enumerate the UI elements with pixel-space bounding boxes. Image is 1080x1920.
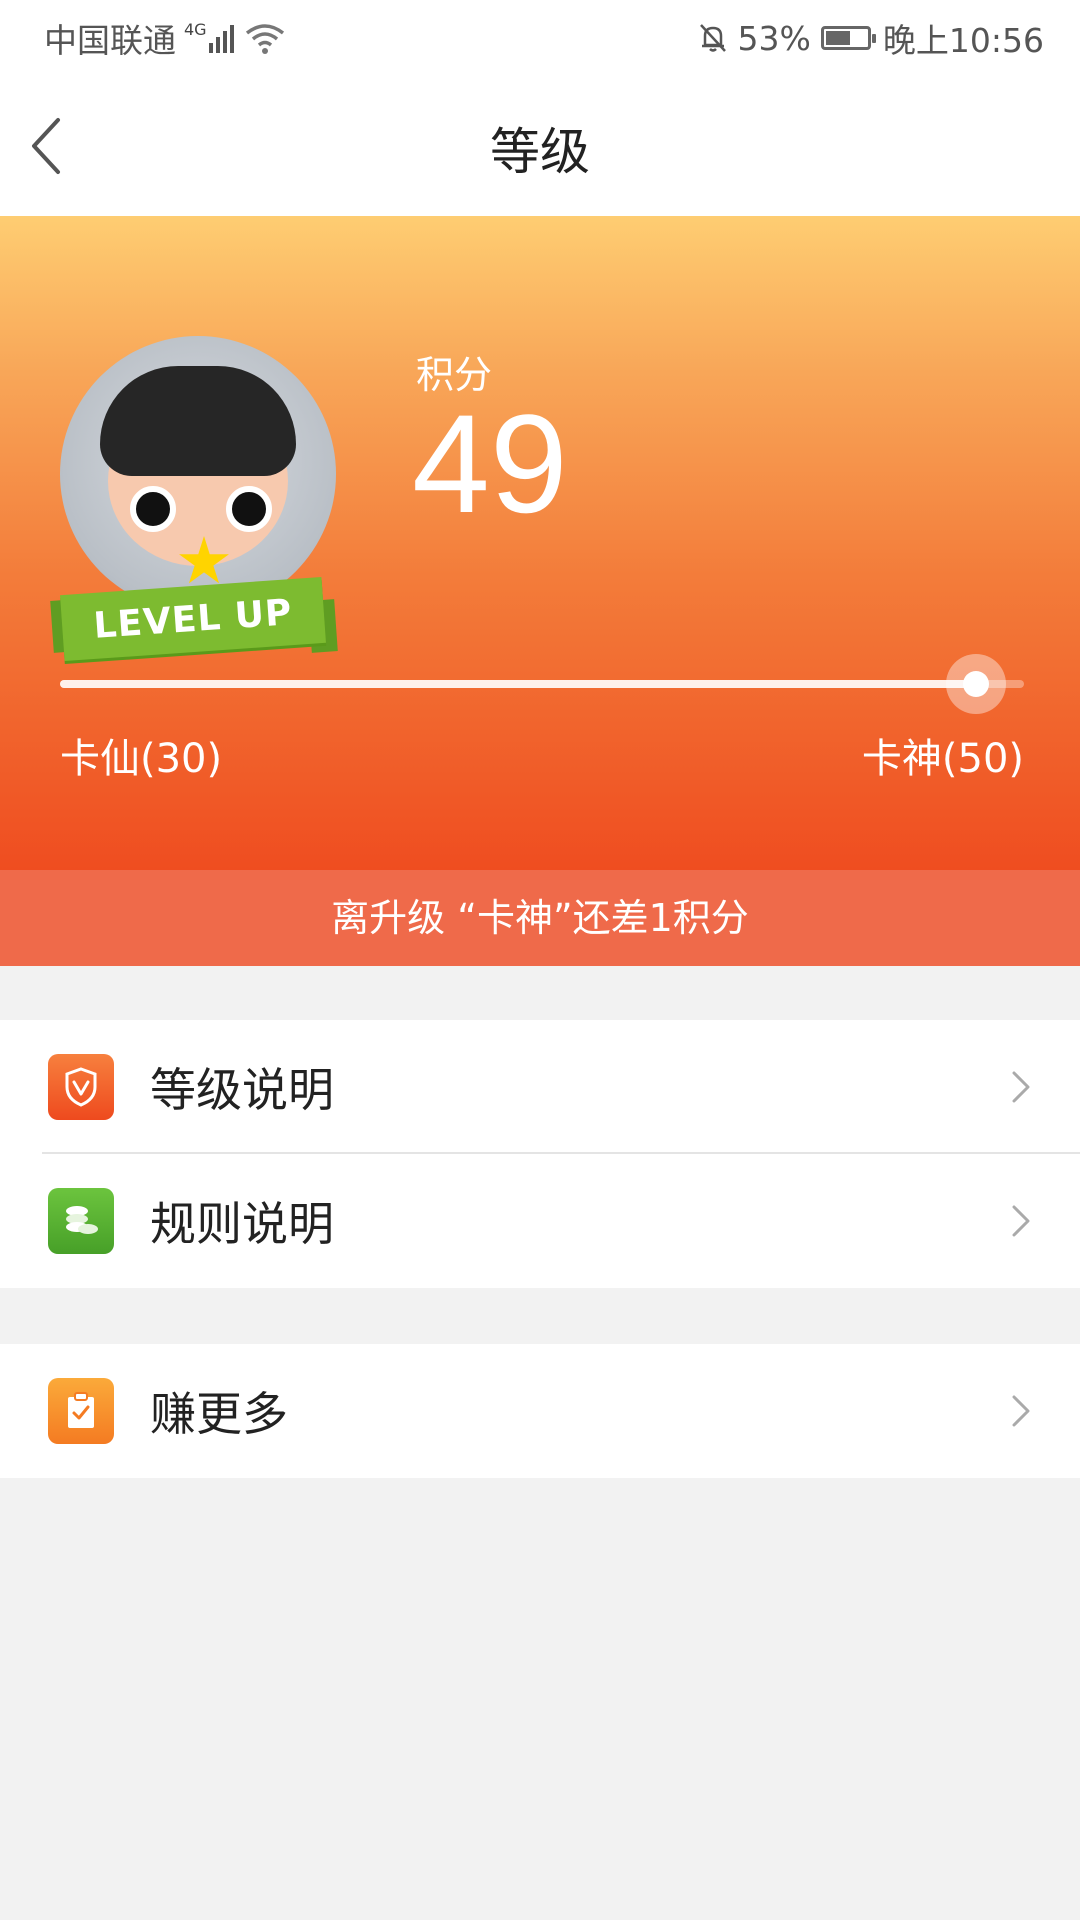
earn-menu-group: 赚更多	[0, 1344, 1080, 1478]
mute-icon	[696, 21, 730, 55]
next-level-label: 卡神(50)	[861, 736, 1024, 782]
level-progress-bar	[60, 654, 1024, 714]
menu-item-rules[interactable]: 规则说明	[0, 1154, 1080, 1288]
menu-item-earn-more[interactable]: 赚更多	[0, 1344, 1080, 1478]
menu-label-earn-more: 赚更多	[150, 1387, 288, 1441]
chevron-right-icon	[1012, 1205, 1030, 1237]
info-menu-group: 等级说明 规则说明	[0, 1020, 1080, 1288]
level-up-banner: LEVEL UP	[60, 576, 326, 662]
network-type: 4G	[184, 20, 207, 39]
clipboard-icon	[48, 1378, 114, 1444]
current-level-label: 卡仙(30)	[60, 736, 223, 782]
status-bar: 中国联通 4G 53% 晚上10:56	[0, 0, 1080, 76]
signal-icon: 4G	[184, 20, 234, 53]
level-progress-knob	[945, 654, 1006, 714]
wifi-icon	[244, 21, 286, 55]
menu-label-level-info: 等级说明	[150, 1063, 334, 1117]
level-hero: LEVEL UP 积分 49 卡仙(30) 卡神(50)	[0, 216, 1080, 870]
status-right: 53% 晚上10:56	[696, 14, 1044, 62]
chevron-right-icon	[1012, 1071, 1030, 1103]
coins-icon	[48, 1188, 114, 1254]
page-title: 等级	[490, 123, 590, 181]
avatar	[60, 336, 336, 612]
clock: 晚上10:56	[882, 21, 1044, 60]
battery-icon	[820, 26, 876, 50]
shield-icon	[48, 1054, 114, 1120]
menu-label-rules: 规则说明	[150, 1197, 334, 1251]
nav-header: 等级	[0, 76, 1080, 216]
status-left: 中国联通 4G	[44, 14, 286, 62]
menu-item-level-info[interactable]: 等级说明	[0, 1020, 1080, 1154]
level-progress-fill	[60, 680, 976, 688]
battery-percent: 53%	[737, 18, 811, 58]
chevron-right-icon	[1012, 1395, 1030, 1427]
points-value: 49	[412, 385, 568, 542]
carrier-name: 中国联通	[44, 21, 176, 60]
upgrade-notice: 离升级 “卡神”还差1积分	[0, 870, 1080, 966]
